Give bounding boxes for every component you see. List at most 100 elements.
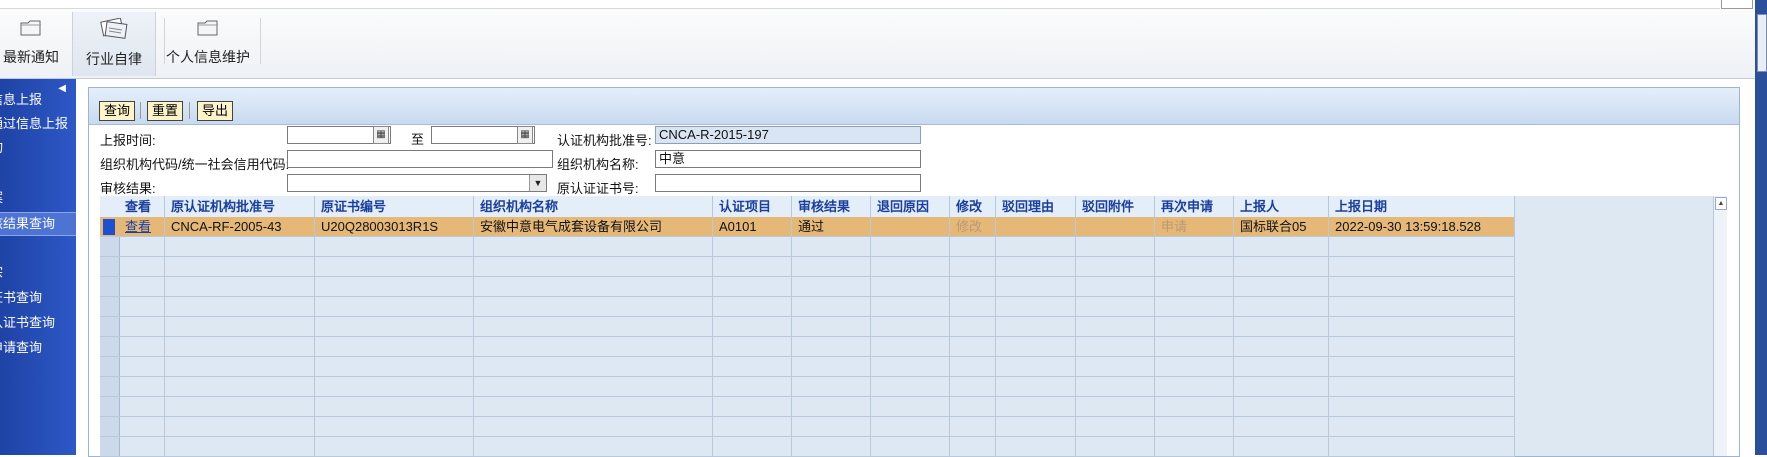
column-header[interactable]: 原证书编号 bbox=[315, 196, 474, 217]
grid-header: 查看 原认证机构批准号 原证书编号 组织机构名称 认证项目 审核结果 退回原因 … bbox=[100, 196, 1515, 218]
column-header[interactable]: 修改 bbox=[950, 196, 996, 217]
column-divider bbox=[1154, 217, 1155, 456]
query-bar: 查询 重置 导出 bbox=[89, 88, 1739, 125]
sidebar: ◀ 信息上报 通过信息上报 询 案 核结果查询 宗 证书查询 认证书查询 申请查… bbox=[0, 79, 76, 455]
reset-button[interactable]: 重置 bbox=[147, 101, 184, 121]
modify-link: 修改 bbox=[950, 217, 996, 236]
sidebar-item-label: 案 bbox=[0, 190, 3, 205]
sidebar-item-passed-info-report[interactable]: 通过信息上报 bbox=[0, 113, 76, 135]
top-edge bbox=[0, 0, 1720, 9]
column-header[interactable]: 再次申请 bbox=[1155, 196, 1234, 217]
table-row bbox=[100, 337, 1515, 357]
toolbar-latest-notice[interactable]: 最新通知 bbox=[0, 12, 62, 76]
table-row bbox=[100, 317, 1515, 337]
table-row bbox=[100, 237, 1515, 257]
top-toolbar: 最新通知 行业自律 个人信息维护 bbox=[0, 0, 1767, 79]
table-row bbox=[100, 357, 1515, 377]
window-corner bbox=[1721, 0, 1753, 9]
column-header[interactable]: 审核结果 bbox=[792, 196, 871, 217]
column-divider bbox=[949, 217, 950, 456]
cell-report-date: 2022-09-30 13:59:18.528 bbox=[1329, 217, 1515, 236]
sidebar-item-label: 证书查询 bbox=[0, 290, 43, 305]
column-divider bbox=[1514, 217, 1515, 456]
page-scrollbar[interactable] bbox=[1755, 0, 1767, 455]
sidebar-item-label: 申请查询 bbox=[0, 340, 43, 355]
column-divider bbox=[870, 217, 871, 456]
cell-reject-attachment bbox=[1076, 217, 1155, 236]
toolbar-divider bbox=[164, 18, 165, 64]
org-name-input[interactable] bbox=[655, 150, 921, 168]
export-button[interactable]: 导出 bbox=[197, 101, 234, 121]
table-row bbox=[100, 257, 1515, 277]
column-divider bbox=[712, 217, 713, 456]
chevron-down-icon[interactable]: ▼ bbox=[529, 175, 546, 191]
sidebar-item-label: 通过信息上报 bbox=[0, 116, 69, 131]
column-divider bbox=[164, 217, 165, 456]
org-name-label: 组织机构名称: bbox=[557, 157, 639, 172]
cell-review-result: 通过 bbox=[792, 217, 871, 236]
toolbar-industry-self-discipline-label: 行业自律 bbox=[86, 51, 142, 67]
table-row bbox=[100, 377, 1515, 397]
column-header[interactable]: 上报日期 bbox=[1329, 196, 1515, 217]
column-header[interactable]: 退回原因 bbox=[871, 196, 950, 217]
column-header[interactable]: 查看 bbox=[119, 196, 165, 217]
column-divider bbox=[791, 217, 792, 456]
cell-orig-cert-no: U20Q28003013R1S bbox=[315, 217, 474, 236]
row-selected-marker bbox=[103, 219, 115, 235]
main-panel: 查询 重置 导出 上报时间: ▦ 至 ▦ 认证机构批准号: 组织机构代码/统一社… bbox=[88, 87, 1740, 457]
sidebar-item-cert-query[interactable]: 证书查询 bbox=[0, 287, 76, 309]
sidebar-item-recert-query[interactable]: 认证书查询 bbox=[0, 312, 76, 334]
report-time-label: 上报时间: bbox=[100, 133, 156, 148]
sidebar-item-case[interactable]: 案 bbox=[0, 187, 76, 209]
page-scrollbar-thumb[interactable] bbox=[1757, 14, 1767, 72]
column-header[interactable]: 原认证机构批准号 bbox=[165, 196, 315, 217]
search-button[interactable]: 查询 bbox=[99, 101, 136, 121]
sidebar-item-application-query[interactable]: 申请查询 bbox=[0, 337, 76, 359]
results-grid: 查看 原认证机构批准号 原证书编号 组织机构名称 认证项目 审核结果 退回原因 … bbox=[100, 196, 1727, 457]
column-header[interactable]: 认证项目 bbox=[713, 196, 792, 217]
column-header[interactable]: 上报人 bbox=[1234, 196, 1329, 217]
toolbar-divider bbox=[260, 18, 261, 64]
column-divider bbox=[1075, 217, 1076, 456]
orig-cert-no-input[interactable] bbox=[655, 174, 921, 192]
cell-cert-item: A0101 bbox=[713, 217, 792, 236]
cell-return-reason bbox=[871, 217, 950, 236]
table-row bbox=[100, 277, 1515, 297]
button-divider bbox=[189, 102, 190, 119]
orig-cert-no-label: 原认证证书号: bbox=[557, 181, 639, 196]
folder-icon bbox=[0, 18, 62, 41]
table-row bbox=[100, 397, 1515, 417]
sidebar-item-label: 认证书查询 bbox=[0, 315, 56, 330]
folder-icon bbox=[166, 18, 250, 41]
sidebar-item-review-result-query[interactable]: 核结果查询 bbox=[0, 212, 76, 236]
review-result-select[interactable]: ▼ bbox=[287, 174, 547, 192]
review-result-label: 审核结果: bbox=[100, 181, 156, 196]
grid-scrollbar[interactable]: ▲ bbox=[1713, 196, 1727, 456]
table-row[interactable]: 查看 CNCA-RF-2005-43 U20Q28003013R1S 安徽中意电… bbox=[100, 217, 1515, 237]
cell-reject-reason bbox=[996, 217, 1076, 236]
column-divider bbox=[473, 217, 474, 456]
column-divider bbox=[1233, 217, 1234, 456]
column-header[interactable]: 驳回附件 bbox=[1076, 196, 1155, 217]
sidebar-item-info-report[interactable]: 信息上报 bbox=[0, 89, 76, 111]
sidebar-item-label: 核结果查询 bbox=[0, 216, 56, 231]
sidebar-item-label: 宗 bbox=[0, 265, 3, 280]
sidebar-item-label: 信息上报 bbox=[0, 92, 43, 107]
reapply-link: 申请 bbox=[1155, 217, 1234, 236]
view-link[interactable]: 查看 bbox=[119, 217, 165, 236]
toolbar-personal-info[interactable]: 个人信息维护 bbox=[166, 12, 250, 76]
table-row bbox=[100, 297, 1515, 317]
scroll-up-icon[interactable]: ▲ bbox=[1715, 197, 1727, 210]
toolbar-industry-self-discipline[interactable]: 行业自律 bbox=[72, 12, 156, 76]
to-label: 至 bbox=[411, 132, 425, 147]
calendar-icon[interactable]: ▦ bbox=[517, 126, 533, 144]
column-header[interactable]: 组织机构名称 bbox=[474, 196, 713, 217]
sidebar-item-query[interactable]: 询 bbox=[0, 137, 76, 159]
calendar-icon[interactable]: ▦ bbox=[373, 126, 389, 144]
cell-org-name: 安徽中意电气成套设备有限公司 bbox=[474, 217, 713, 236]
column-header[interactable]: 驳回理由 bbox=[996, 196, 1076, 217]
documents-icon bbox=[73, 17, 155, 43]
org-code-input[interactable] bbox=[287, 150, 553, 168]
cell-orig-approval-no: CNCA-RF-2005-43 bbox=[165, 217, 315, 236]
sidebar-item-group[interactable]: 宗 bbox=[0, 262, 76, 284]
